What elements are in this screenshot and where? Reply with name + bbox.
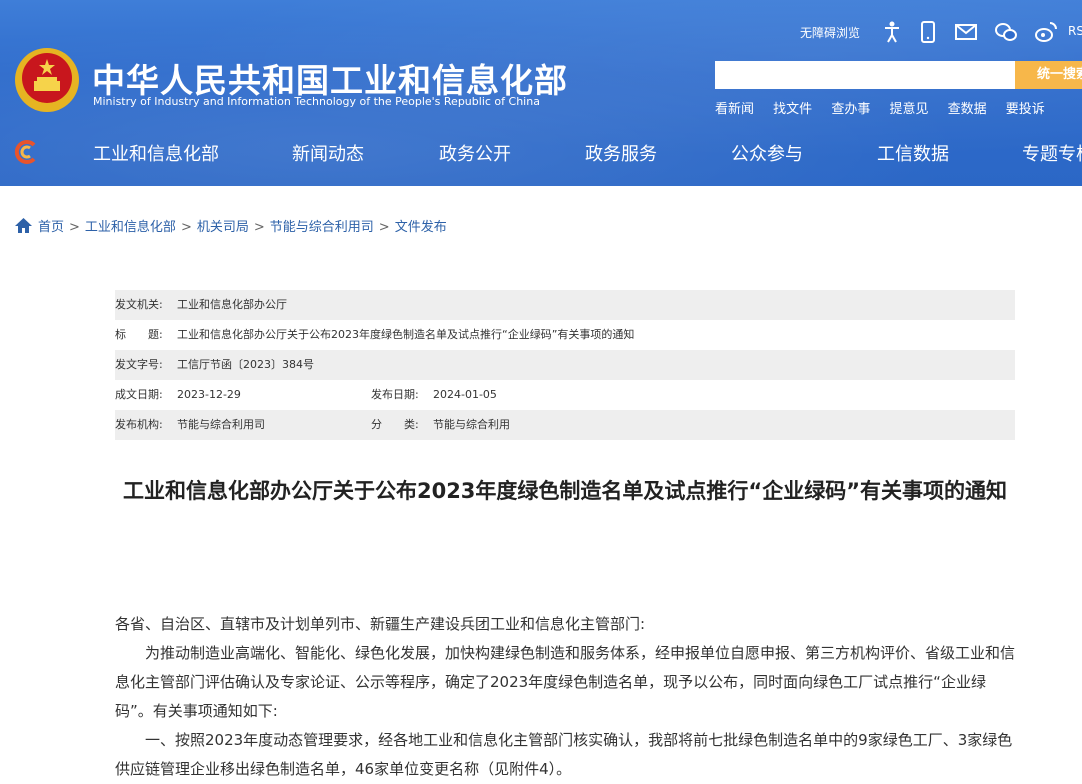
meta-label: 成文日期: [115, 388, 163, 401]
quicklink-complaint[interactable]: 要投诉 [1006, 102, 1045, 117]
weibo-icon[interactable] [1034, 20, 1058, 44]
meta-label: 标 题: [115, 328, 163, 341]
document-body: 各省、自治区、直辖市及计划单列市、新疆生产建设兵团工业和信息化主管部门: 为推动… [115, 610, 1015, 784]
quicklink-data[interactable]: 查数据 [948, 102, 987, 117]
meta-label: 发文字号: [115, 358, 163, 371]
document-paragraph: 一、按照2023年度动态管理要求，经各地工业和信息化主管部门核实确认，我部将前七… [115, 731, 1013, 778]
meta-label: 发布日期: [371, 388, 419, 401]
site-title-english: Ministry of Industry and Information Tec… [93, 95, 540, 108]
breadcrumb: 首页 > 工业和信息化部 > 机关司局 > 节能与综合利用司 > 文件发布 [15, 216, 447, 235]
mail-icon[interactable] [954, 20, 978, 44]
meta-label: 分 类: [371, 418, 419, 431]
nav-participation[interactable]: 公众参与 [731, 140, 803, 166]
breadcrumb-miit[interactable]: 工业和信息化部 [85, 220, 176, 235]
document-meta-table: 发文机关: 工业和信息化部办公厅 标 题: 工业和信息化部办公厅关于公布2023… [115, 290, 1015, 440]
quicklink-news[interactable]: 看新闻 [715, 102, 754, 117]
meta-published-date: 2024-01-05 [433, 388, 497, 401]
meta-label: 发布机构: [115, 418, 163, 431]
search-input[interactable] [715, 61, 1015, 89]
breadcrumb-current[interactable]: 文件发布 [395, 220, 447, 235]
nav-services[interactable]: 政务服务 [585, 140, 657, 166]
meta-created-date: 2023-12-29 [177, 388, 241, 401]
quicklink-files[interactable]: 找文件 [773, 102, 812, 117]
nav-miit[interactable]: 工业和信息化部 [93, 140, 219, 166]
meta-row-dates: 成文日期: 2023-12-29 发布日期: 2024-01-05 [115, 380, 1015, 410]
site-header: 中华人民共和国工业和信息化部 Ministry of Industry and … [0, 0, 1082, 186]
meta-title: 工业和信息化部办公厅关于公布2023年度绿色制造名单及试点推行“企业绿码”有关事… [177, 328, 635, 341]
nav-data[interactable]: 工信数据 [877, 140, 949, 166]
meta-agency: 节能与综合利用司 [177, 418, 265, 431]
quicklink-services[interactable]: 查办事 [831, 102, 870, 117]
mobile-icon[interactable] [916, 20, 940, 44]
breadcrumb-home[interactable]: 首页 [38, 220, 64, 235]
search-button[interactable]: 统一搜索 [1015, 61, 1082, 89]
document-title: 工业和信息化部办公厅关于公布2023年度绿色制造名单及试点推行“企业绿码”有关事… [122, 479, 1008, 503]
nav-topics[interactable]: 专题专栏 [1022, 140, 1082, 166]
accessibility-link[interactable]: 无障碍浏览 [800, 24, 860, 41]
meta-issuer: 工业和信息化部办公厅 [177, 298, 287, 311]
breadcrumb-separator: > [69, 220, 80, 235]
meta-category: 节能与综合利用 [433, 418, 510, 431]
rss-link[interactable]: RSS [1068, 24, 1082, 38]
document-salutation: 各省、自治区、直辖市及计划单列市、新疆生产建设兵团工业和信息化主管部门: [115, 615, 646, 633]
meta-row-docno: 发文字号: 工信厅节函〔2023〕384号 [115, 350, 1015, 380]
breadcrumb-separator: > [253, 220, 265, 235]
quicklink-feedback[interactable]: 提意见 [889, 102, 928, 117]
meta-docno: 工信厅节函〔2023〕384号 [177, 358, 314, 371]
document-paragraph: 为推动制造业高端化、智能化、绿色化发展，加快构建绿色制造和服务体系，经申报单位自… [115, 644, 1016, 720]
home-icon[interactable] [15, 218, 32, 233]
accessibility-icon[interactable] [880, 20, 904, 44]
breadcrumb-separator: > [180, 220, 192, 235]
wechat-icon[interactable] [994, 20, 1018, 44]
main-nav: 工业和信息化部 新闻动态 政务公开 政务服务 公众参与 工信数据 专题专栏 [0, 124, 1082, 180]
national-emblem-icon[interactable] [14, 47, 80, 113]
meta-row-agency: 发布机构: 节能与综合利用司 分 类: 节能与综合利用 [115, 410, 1015, 440]
nav-news[interactable]: 新闻动态 [292, 140, 364, 166]
nav-gov-affairs[interactable]: 政务公开 [439, 140, 511, 166]
quick-links: 看新闻 找文件 查办事 提意见 查数据 要投诉 [715, 98, 1060, 117]
meta-row-issuer: 发文机关: 工业和信息化部办公厅 [115, 290, 1015, 320]
breadcrumb-department[interactable]: 节能与综合利用司 [270, 220, 374, 235]
meta-row-title: 标 题: 工业和信息化部办公厅关于公布2023年度绿色制造名单及试点推行“企业绿… [115, 320, 1015, 350]
breadcrumb-departments[interactable]: 机关司局 [197, 220, 249, 235]
meta-label: 发文机关: [115, 298, 163, 311]
breadcrumb-separator: > [378, 220, 390, 235]
